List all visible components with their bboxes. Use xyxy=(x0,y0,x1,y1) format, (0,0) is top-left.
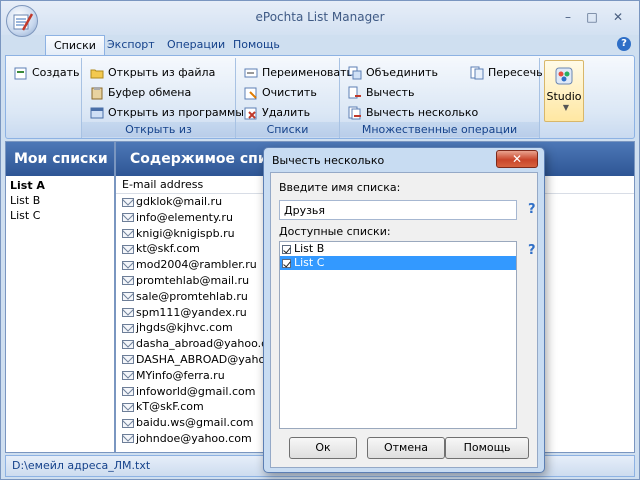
mail-icon xyxy=(122,197,134,207)
subtract-multiple-icon xyxy=(348,106,362,120)
delete-button[interactable]: Удалить xyxy=(242,104,310,122)
list-item-b[interactable]: List B xyxy=(6,193,114,208)
clear-button[interactable]: Очистить xyxy=(242,84,317,102)
email-row[interactable]: MYinfo@ferra.ru xyxy=(116,368,266,384)
tab-help[interactable]: Помощь xyxy=(225,35,288,55)
email-row[interactable]: dasha_abroad@yahoo.c... xyxy=(116,336,266,352)
cancel-button[interactable]: Отмена xyxy=(367,437,445,459)
merge-icon xyxy=(348,66,362,80)
email-row[interactable]: mod2004@rambler.ru xyxy=(116,257,266,273)
program-icon xyxy=(90,106,104,120)
mail-icon xyxy=(122,434,134,444)
ok-button[interactable]: Ок xyxy=(289,437,357,459)
folder-icon xyxy=(90,66,104,80)
mail-icon xyxy=(122,387,134,397)
group-lists: Переименовать Очистить Удалить Списки xyxy=(236,58,353,138)
mail-icon xyxy=(122,213,134,223)
app-window: ePochta List Manager – □ ✕ Списки Экспор… xyxy=(0,0,640,480)
email-row[interactable]: jhgds@kjhvc.com xyxy=(116,320,266,336)
group-create: Создать xyxy=(6,58,82,138)
my-lists-header: Мои списки xyxy=(6,142,114,176)
email-row[interactable]: promtehlab@mail.ru xyxy=(116,273,266,289)
maximize-button[interactable]: □ xyxy=(581,9,603,25)
email-row[interactable]: johndoe@yahoo.com xyxy=(116,431,266,447)
dialog-close-button[interactable]: ✕ xyxy=(496,150,538,168)
mail-icon xyxy=(122,323,134,333)
tab-export[interactable]: Экспорт xyxy=(99,35,163,55)
available-lists-label: Доступные списки: xyxy=(279,225,391,238)
mail-icon xyxy=(122,244,134,254)
tab-operations[interactable]: Операции xyxy=(159,35,233,55)
mail-icon xyxy=(122,308,134,318)
group-open: Открыть из файла Буфер обмена Открыть из… xyxy=(82,58,254,138)
lists-help-icon[interactable]: ? xyxy=(528,243,536,258)
list-name-input[interactable] xyxy=(279,200,517,220)
my-lists-panel: Мои списки List A List B List C xyxy=(5,141,115,453)
mail-icon xyxy=(122,292,134,302)
email-row[interactable]: knigi@knigispb.ru xyxy=(116,226,266,242)
dropdown-arrow-icon: ▼ xyxy=(562,103,570,112)
minimize-button[interactable]: – xyxy=(557,9,579,25)
rename-button[interactable]: Переименовать xyxy=(242,64,353,82)
mail-icon xyxy=(122,260,134,270)
studio-icon xyxy=(555,67,573,85)
email-row[interactable]: info@elementy.ru xyxy=(116,210,266,226)
subtract-icon xyxy=(348,86,362,100)
available-list-item[interactable]: List C xyxy=(280,256,516,270)
mail-icon xyxy=(122,418,134,428)
mail-icon xyxy=(122,355,134,365)
list-item-a[interactable]: List A xyxy=(6,178,114,193)
group-label-lists: Списки xyxy=(236,122,339,137)
checkbox[interactable] xyxy=(282,244,291,254)
mail-icon xyxy=(122,339,134,349)
list-name-label: Введите имя списка: xyxy=(279,181,401,194)
dialog-body: Введите имя списка: ? Доступные списки: … xyxy=(270,172,538,468)
email-row[interactable]: baidu.ws@gmail.com xyxy=(116,415,266,431)
subtract-multiple-dialog: Вычесть несколько ✕ Введите имя списка: … xyxy=(263,147,545,473)
email-row[interactable]: kt@skf.com xyxy=(116,241,266,257)
studio-button[interactable]: Studio ▼ xyxy=(544,60,584,122)
close-button[interactable]: ✕ xyxy=(607,9,629,25)
group-label-multi: Множественные операции xyxy=(340,122,539,137)
email-row[interactable]: infoworld@gmail.com xyxy=(116,384,266,400)
mail-icon xyxy=(122,276,134,286)
email-row[interactable]: kT@skF.com xyxy=(116,399,266,415)
rename-icon xyxy=(244,66,258,80)
merge-button[interactable]: Объединить xyxy=(346,64,438,82)
ribbon-tabs: Списки Экспорт Операции Помощь ? xyxy=(1,35,639,55)
open-program-button[interactable]: Открыть из программы▼ xyxy=(88,104,254,122)
mail-icon xyxy=(122,229,134,239)
available-list-item[interactable]: List B xyxy=(280,242,516,256)
open-file-button[interactable]: Открыть из файла xyxy=(88,64,215,82)
email-row[interactable]: gdklok@mail.ru xyxy=(116,194,266,210)
intersect-icon xyxy=(470,66,484,80)
group-label-open: Открыть из xyxy=(82,122,235,137)
subtract-multiple-button[interactable]: Вычесть несколько xyxy=(346,104,478,122)
dialog-title: Вычесть несколько xyxy=(272,154,385,167)
checkbox[interactable] xyxy=(282,258,291,268)
list-item-c[interactable]: List C xyxy=(6,208,114,223)
clipboard-button[interactable]: Буфер обмена xyxy=(88,84,191,102)
help-icon[interactable]: ? xyxy=(617,37,631,51)
email-row[interactable]: sale@promtehlab.ru xyxy=(116,289,266,305)
subtract-button[interactable]: Вычесть xyxy=(346,84,414,102)
ribbon: Создать Открыть из файла Буфер обмена От… xyxy=(5,55,635,139)
name-help-icon[interactable]: ? xyxy=(528,202,536,217)
create-list-icon xyxy=(14,66,28,80)
title-bar: ePochta List Manager – □ ✕ xyxy=(1,1,639,37)
group-multi: Объединить Вычесть Вычесть несколько Пер… xyxy=(340,58,543,138)
window-title: ePochta List Manager xyxy=(255,10,385,24)
email-row[interactable]: spm111@yandex.ru xyxy=(116,305,266,321)
help-button[interactable]: Помощь xyxy=(445,437,529,459)
tab-lists[interactable]: Списки xyxy=(45,35,105,55)
mail-icon xyxy=(122,402,134,412)
mail-icon xyxy=(122,371,134,381)
create-button[interactable]: Создать xyxy=(12,64,80,82)
available-lists-box[interactable]: List B List C xyxy=(279,241,517,429)
email-row[interactable]: DASHA_ABROAD@yaho... xyxy=(116,352,266,368)
intersect-button[interactable]: Пересечь xyxy=(468,64,543,82)
delete-icon xyxy=(244,106,258,120)
clear-icon xyxy=(244,86,258,100)
clipboard-icon xyxy=(90,86,104,100)
